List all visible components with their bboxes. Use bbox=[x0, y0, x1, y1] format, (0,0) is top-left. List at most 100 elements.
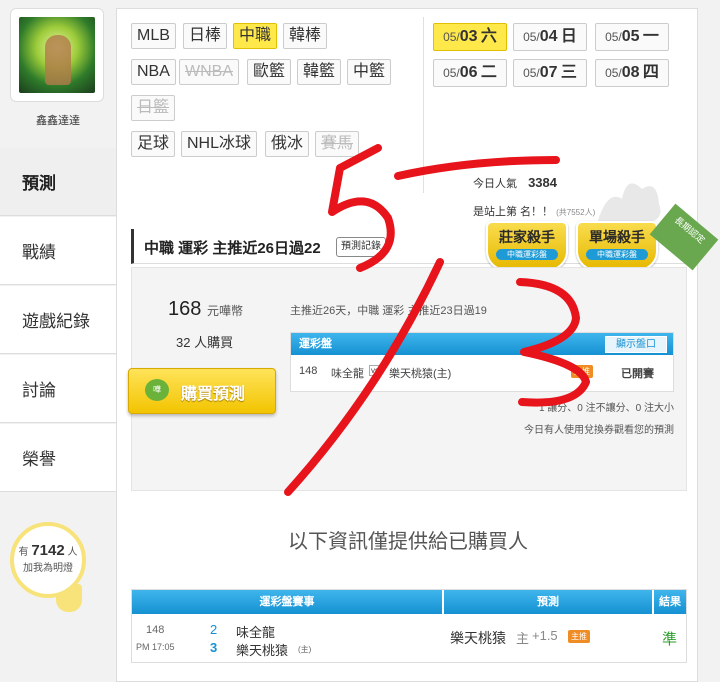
date-0508[interactable]: 05/08 四 bbox=[595, 59, 669, 87]
avatar-figure bbox=[45, 35, 71, 85]
nav-item-honor[interactable]: 榮譽 bbox=[0, 424, 116, 492]
main-panel: MLB 日棒 中職 韓棒 NBA WNBA 歐籃 韓籃 中籃 日籃 足球 NHL… bbox=[116, 8, 719, 682]
tag-nba[interactable]: NBA bbox=[131, 59, 176, 85]
divider bbox=[423, 17, 424, 193]
date-0503[interactable]: 05/03 六 bbox=[433, 23, 507, 51]
prediction-record-button[interactable]: 預測記錄 bbox=[336, 237, 386, 257]
tag-npb[interactable]: 日棒 bbox=[183, 23, 228, 49]
date-weekday: 三 bbox=[560, 64, 577, 81]
tag-euro-basketball[interactable]: 歐籃 bbox=[247, 59, 292, 85]
main-pick-tag: 主推 bbox=[571, 365, 593, 378]
date-0504[interactable]: 05/04 日 bbox=[513, 23, 587, 51]
today-value: 3384 bbox=[528, 175, 557, 190]
result-value: 準 bbox=[662, 631, 678, 648]
prediction-header: 中職 運彩 主推近26日過22 預測記錄 莊家殺手中職運彩盤 單場殺手中職運彩盤… bbox=[131, 203, 719, 271]
date-month: 05/ bbox=[605, 66, 622, 80]
home-tag: (主) bbox=[298, 645, 312, 654]
team-home: 樂天桃猿(主) bbox=[389, 368, 452, 380]
date-month: 05/ bbox=[443, 30, 460, 44]
buy-prediction-label: 購買預測 bbox=[181, 386, 246, 403]
prediction-panel: 168 元嘩幣 32 人購買 嘩 購買預測 主推近26天，中職 運彩 主推近23… bbox=[128, 267, 687, 491]
nav-item-record[interactable]: 戰績 bbox=[0, 217, 116, 285]
fans-line2: 加我為明燈 bbox=[23, 563, 73, 574]
tag-wnba: WNBA bbox=[179, 59, 239, 85]
date-0506[interactable]: 05/06 二 bbox=[433, 59, 507, 87]
date-weekday: 一 bbox=[642, 28, 659, 45]
tag-nhl[interactable]: NHL冰球 bbox=[181, 131, 258, 157]
nav-item-discussion[interactable]: 討論 bbox=[0, 355, 116, 423]
date-0505[interactable]: 05/05 一 bbox=[595, 23, 669, 51]
price: 168 元嘩幣 bbox=[168, 298, 243, 321]
tag-cpbl[interactable]: 中職 bbox=[233, 23, 278, 49]
game-status: 已開賽 bbox=[621, 368, 654, 380]
badge-title: 單場殺手 bbox=[589, 229, 645, 245]
game-number: 148 bbox=[299, 365, 318, 377]
tag-korea-basketball[interactable]: 韓籃 bbox=[297, 59, 342, 85]
nav-item-game-log[interactable]: 遊戲紀錄 bbox=[0, 286, 116, 354]
date-day: 06 bbox=[459, 64, 478, 81]
tag-china-basketball[interactable]: 中籃 bbox=[347, 59, 392, 85]
game-number: 148 bbox=[146, 624, 165, 636]
tag-mlb[interactable]: MLB bbox=[131, 23, 176, 49]
date-weekday: 四 bbox=[642, 64, 659, 81]
buy-prediction-button[interactable]: 嘩 購買預測 bbox=[128, 368, 276, 414]
badge-sub: 中職運彩盤 bbox=[586, 249, 648, 260]
odds-table-title: 運彩盤 bbox=[299, 338, 332, 350]
badge-sub: 中職運彩盤 bbox=[496, 249, 558, 260]
date-0507[interactable]: 05/07 三 bbox=[513, 59, 587, 87]
rule-line2: 今日有人使用兌換券觀看您的預測 bbox=[524, 425, 674, 436]
pick-team: 樂天桃猿 bbox=[450, 630, 506, 646]
show-odds-button[interactable]: 顯示盤口 bbox=[605, 336, 667, 353]
coin-icon: 嘩 bbox=[145, 379, 169, 401]
splash-decoration-icon bbox=[597, 183, 661, 224]
date-month: 05/ bbox=[523, 66, 540, 80]
buyer-count: 32 人購買 bbox=[176, 335, 234, 350]
today-popularity: 今日人氣 3384 bbox=[473, 175, 557, 191]
results-table: 運彩盤賽事 預測 結果 148 PM 17:05 2 3 味全龍 樂天桃猿 (主… bbox=[131, 589, 687, 663]
date-weekday: 二 bbox=[480, 64, 497, 81]
sidebar: 鑫鑫達達 預測 戰績 遊戲紀錄 討論 榮譽 有 7142 人 加我為明燈 bbox=[0, 0, 116, 682]
buyers-only-notice: 以下資訊僅提供給已購買人 bbox=[288, 531, 528, 553]
fans-prefix: 有 bbox=[18, 547, 29, 558]
tag-japan-basketball: 日籃 bbox=[131, 95, 176, 121]
avatar[interactable] bbox=[19, 17, 95, 93]
badge-title: 莊家殺手 bbox=[499, 229, 555, 245]
team-home: 樂天桃猿 bbox=[236, 643, 289, 658]
avatar-frame[interactable] bbox=[10, 8, 104, 102]
date-day: 08 bbox=[621, 64, 640, 81]
tag-kbo[interactable]: 韓棒 bbox=[283, 23, 328, 49]
fans-count: 7142 bbox=[31, 542, 65, 559]
pick-rules: 1 讓分、0 注不讓分、0 注大小 今日有人使用兌換券觀看您的預測 bbox=[524, 398, 674, 442]
prediction-title: 中職 運彩 主推近26日過22 bbox=[144, 240, 321, 257]
nav-item-predict[interactable]: 預測 bbox=[0, 148, 116, 216]
date-day: 03 bbox=[459, 28, 478, 45]
header-result: 結果 bbox=[654, 590, 686, 614]
team-away: 味全龍 bbox=[236, 625, 276, 640]
price-unit: 元嘩幣 bbox=[206, 304, 243, 318]
game-time: PM 17:05 bbox=[136, 642, 175, 652]
table-row: 148 PM 17:05 2 3 味全龍 樂天桃猿 (主) 樂天桃猿 主 +1.… bbox=[132, 614, 686, 662]
header-game: 運彩盤賽事 bbox=[132, 590, 442, 614]
header-prediction: 預測 bbox=[444, 590, 652, 614]
vs-icon: vs bbox=[369, 365, 381, 376]
date-weekday: 六 bbox=[480, 28, 497, 45]
rank-label: 是站上第 名！！ bbox=[473, 206, 554, 218]
score-away: 2 bbox=[210, 622, 218, 637]
tag-khl[interactable]: 俄冰 bbox=[265, 131, 310, 157]
fans-bulb[interactable]: 有 7142 人 加我為明燈 bbox=[10, 522, 86, 598]
date-month: 05/ bbox=[523, 30, 540, 44]
date-day: 05 bbox=[621, 28, 640, 45]
fans-suffix: 人 bbox=[67, 547, 78, 558]
username: 鑫鑫達達 bbox=[36, 115, 80, 127]
today-label: 今日人氣 bbox=[473, 178, 517, 190]
tag-soccer[interactable]: 足球 bbox=[131, 131, 176, 157]
date-month: 05/ bbox=[605, 30, 622, 44]
date-weekday: 日 bbox=[560, 28, 577, 45]
team-away: 味全龍 bbox=[331, 368, 364, 380]
odds-table: 運彩盤 顯示盤口 148 味全龍 vs 樂天桃猿(主) 主推 已開賽 bbox=[290, 332, 674, 392]
score-home: 3 bbox=[210, 640, 218, 655]
main-pick-tag: 主推 bbox=[568, 630, 590, 643]
date-day: 04 bbox=[539, 28, 558, 45]
pick-home-tag: 主 bbox=[516, 631, 530, 646]
prediction-summary: 主推近26天，中職 運彩 主推近23日過19 bbox=[290, 305, 487, 317]
